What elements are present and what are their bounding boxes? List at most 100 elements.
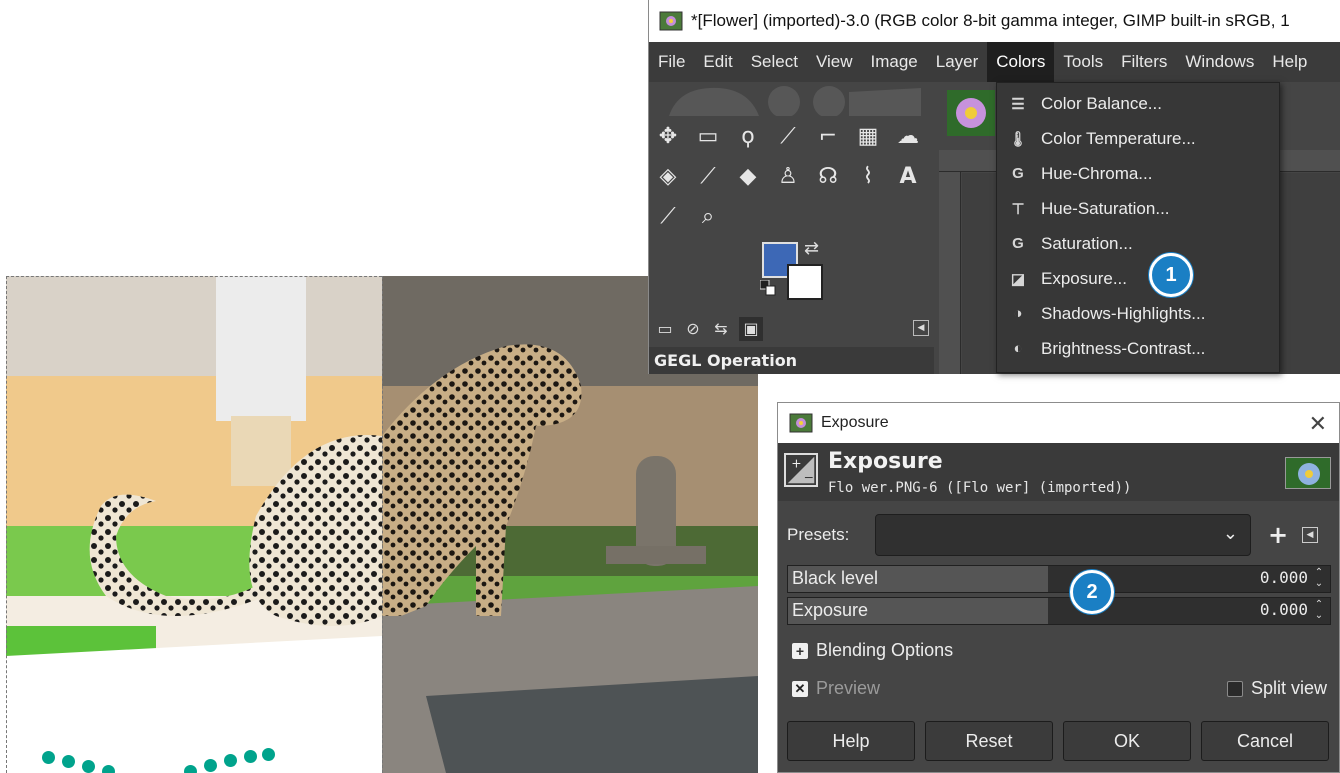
device-status-tab-icon[interactable]: ⊘ [681,317,705,341]
lasso-tool-icon[interactable]: ϙ [733,122,763,152]
dock-menu-button[interactable]: ◀ [913,320,929,336]
decor-dot [204,759,217,772]
black-level-label: Black level [792,568,879,588]
menu-item-hue-saturation[interactable]: ⊤ Hue-Saturation... [997,191,1279,226]
text-tool-icon[interactable]: A [893,162,923,192]
add-preset-icon[interactable]: + [1268,521,1288,549]
decor-dot [62,755,75,768]
menu-edit[interactable]: Edit [694,42,741,82]
cancel-button[interactable]: Cancel [1201,721,1329,761]
black-level-slider[interactable]: Black level 0.000 ⌃ ⌄ [787,565,1331,593]
brightness-contrast-icon: ◐ [1013,340,1023,357]
menubar: File Edit Select View Image Layer Colors… [649,42,1340,82]
menu-colors[interactable]: Colors [987,42,1055,82]
vertical-ruler [939,172,961,374]
presets-menu-button[interactable]: ◀ [1302,527,1318,543]
split-view-checkbox[interactable]: Split view [1226,678,1327,699]
paintbrush-tool-icon[interactable]: ⟋ [693,162,723,192]
dock-tabs: ▭ ⊘ ⇆ ▣ ◀ [649,314,939,344]
menu-item-label: Hue-Chroma... [1041,163,1153,183]
fuzzy-select-tool-icon[interactable]: ⟋ [773,122,803,152]
reset-button[interactable]: Reset [925,721,1053,761]
rect-select-tool-icon[interactable]: ▭ [693,122,723,152]
image-tab-thumbnail[interactable] [947,90,995,136]
decor-dot [224,754,237,767]
split-view-label: Split view [1250,678,1327,698]
exposure-header: + − Exposure Flo wer.PNG-6 ([Flo wer] (i… [778,443,1339,501]
exposure-slider[interactable]: Exposure 0.000 ⌃ ⌄ [787,597,1331,625]
menu-help[interactable]: Help [1263,42,1316,82]
menu-view[interactable]: View [807,42,862,82]
menu-filters[interactable]: Filters [1112,42,1176,82]
menu-item-label: Color Balance... [1041,93,1162,113]
move-tool-icon[interactable]: ✥ [653,122,683,152]
crop-tool-icon[interactable]: ⌐ [813,122,843,152]
swap-colors-icon[interactable]: ⇄ [804,238,819,259]
exposure-value[interactable]: 0.000 [1260,600,1308,619]
reset-colors-icon[interactable] [760,280,776,296]
color-picker-tool-icon[interactable]: ⟋ [653,202,683,232]
gegl-operation-label: GEGL Operation [649,347,934,374]
menu-tools[interactable]: Tools [1054,42,1112,82]
gimp-titlebar: *[Flower] (imported)-3.0 (RGB color 8-bi… [649,0,1340,42]
ok-button[interactable]: OK [1063,721,1191,761]
blending-options-expander[interactable]: + Blending Options [792,640,953,661]
decor-dot [262,748,275,761]
gimp-window-title: *[Flower] (imported)-3.0 (RGB color 8-bi… [691,11,1290,30]
warp-tool-icon[interactable]: ☁ [893,122,923,152]
gegl-icon: G [1012,235,1024,252]
paths-tool-icon[interactable]: ⌇ [853,162,883,192]
close-icon[interactable]: ✕ [1309,411,1327,437]
menu-windows[interactable]: Windows [1176,42,1263,82]
decor-dot [184,765,197,773]
images-tab-icon[interactable]: ▣ [739,317,763,341]
transform-tool-icon[interactable]: ▦ [853,122,883,152]
menu-item-color-balance[interactable]: ☰ Color Balance... [997,86,1279,121]
menu-image[interactable]: Image [862,42,927,82]
chevron-down-icon: ⌄ [1222,523,1238,544]
gegl-icon: G [1012,165,1024,182]
thermometer-icon: 🌡 [1008,130,1028,148]
shadows-highlights-icon: ◑ [1013,305,1023,322]
tool-options-tab-icon[interactable]: ▭ [653,317,677,341]
menu-file[interactable]: File [649,42,694,82]
bucket-fill-tool-icon[interactable]: ◈ [653,162,683,192]
background-color-swatch[interactable] [787,264,823,300]
image-thumbnail [1285,457,1331,489]
hue-saturation-icon: ⊤ [1011,200,1025,218]
menu-item-label: Brightness-Contrast... [1041,338,1206,358]
checkbox-checked-icon: ✕ [792,680,808,697]
black-level-value[interactable]: 0.000 [1260,568,1308,587]
menu-item-shadows-highlights[interactable]: ◑ Shadows-Highlights... [997,296,1279,331]
menu-select[interactable]: Select [742,42,807,82]
spin-arrows-icon[interactable]: ⌃ ⌄ [1312,599,1326,623]
menu-item-exposure[interactable]: ◪ Exposure... [997,261,1279,296]
exposure-subtitle: Flo wer.PNG-6 ([Flo wer] (imported)) [828,480,1132,496]
menu-item-label: Shadows-Highlights... [1041,303,1206,323]
svg-text:+: + [791,456,801,470]
menu-item-label: Exposure... [1041,268,1127,288]
exposure-dialog: Exposure ✕ + − Exposure Flo wer.PNG-6 ([… [777,402,1340,773]
menu-item-label: Hue-Saturation... [1041,198,1170,218]
menu-item-saturation[interactable]: G Saturation... [997,226,1279,261]
help-button[interactable]: Help [787,721,915,761]
gimp-app-icon [659,11,683,31]
menu-item-hue-chroma[interactable]: G Hue-Chroma... [997,156,1279,191]
smudge-tool-icon[interactable]: ☊ [813,162,843,192]
menu-item-brightness-contrast[interactable]: ◐ Brightness-Contrast... [997,331,1279,366]
menu-layer[interactable]: Layer [927,42,988,82]
leopard-photo [6,276,758,773]
preview-checkbox[interactable]: ✕ Preview [792,678,880,699]
presets-dropdown[interactable]: ⌄ [875,514,1251,556]
blending-options-label: Blending Options [816,640,954,660]
spin-arrows-icon[interactable]: ⌃ ⌄ [1312,567,1326,591]
flower-thumbnail [1286,458,1330,488]
clone-tool-icon[interactable]: ♙ [773,162,803,192]
undo-history-tab-icon[interactable]: ⇆ [709,317,733,341]
decor-dot [42,751,55,764]
eraser-tool-icon[interactable]: ◆ [733,162,763,192]
zoom-tool-icon[interactable]: ⌕ [693,202,723,232]
flower-thumbnail [947,90,995,136]
expand-plus-icon: + [792,642,808,659]
menu-item-color-temperature[interactable]: 🌡 Color Temperature... [997,121,1279,156]
